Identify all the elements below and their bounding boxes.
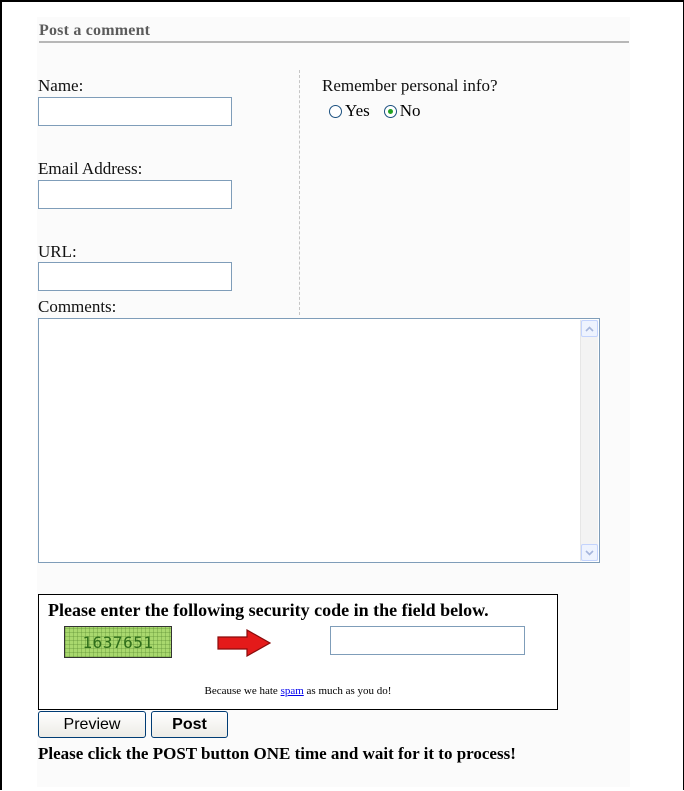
- scroll-down-button[interactable]: [581, 544, 598, 561]
- url-label: URL:: [38, 242, 77, 261]
- captcha-heading: Please enter the following security code…: [48, 600, 489, 620]
- post-button[interactable]: Post: [151, 711, 228, 738]
- spam-link[interactable]: spam: [281, 685, 304, 697]
- arrow-right-icon: [217, 629, 271, 657]
- remember-yes-radio[interactable]: [329, 104, 342, 118]
- captcha-image: 1637651: [64, 626, 172, 658]
- remember-no-label[interactable]: No: [400, 101, 421, 121]
- name-input[interactable]: [38, 97, 232, 126]
- email-input[interactable]: [38, 180, 232, 209]
- comments-scrollbar[interactable]: [580, 320, 598, 561]
- column-divider: [299, 70, 300, 315]
- scroll-up-button[interactable]: [581, 320, 598, 337]
- comments-label: Comments:: [38, 297, 117, 316]
- spam-note-suffix: as much as you do!: [303, 685, 392, 697]
- remember-yes-label[interactable]: Yes: [345, 101, 370, 121]
- chevron-down-icon: [585, 549, 594, 556]
- section-title: Post a comment: [39, 22, 629, 43]
- spam-note: Because we hate spam as much as you do!: [39, 685, 557, 697]
- email-label: Email Address:: [38, 159, 143, 178]
- security-code-input[interactable]: [330, 626, 525, 655]
- remember-options: Yes No: [329, 101, 435, 121]
- remember-label: Remember personal info?: [322, 76, 498, 95]
- captcha-box: Please enter the following security code…: [38, 594, 558, 710]
- post-instructions: Please click the POST button ONE time an…: [38, 744, 516, 763]
- name-label: Name:: [38, 76, 84, 95]
- url-input[interactable]: [38, 262, 232, 291]
- remember-no-radio[interactable]: [383, 104, 397, 118]
- preview-button[interactable]: Preview: [38, 711, 146, 738]
- comments-textarea[interactable]: [38, 318, 600, 563]
- chevron-up-icon: [585, 325, 594, 332]
- spam-note-prefix: Because we hate: [204, 685, 281, 697]
